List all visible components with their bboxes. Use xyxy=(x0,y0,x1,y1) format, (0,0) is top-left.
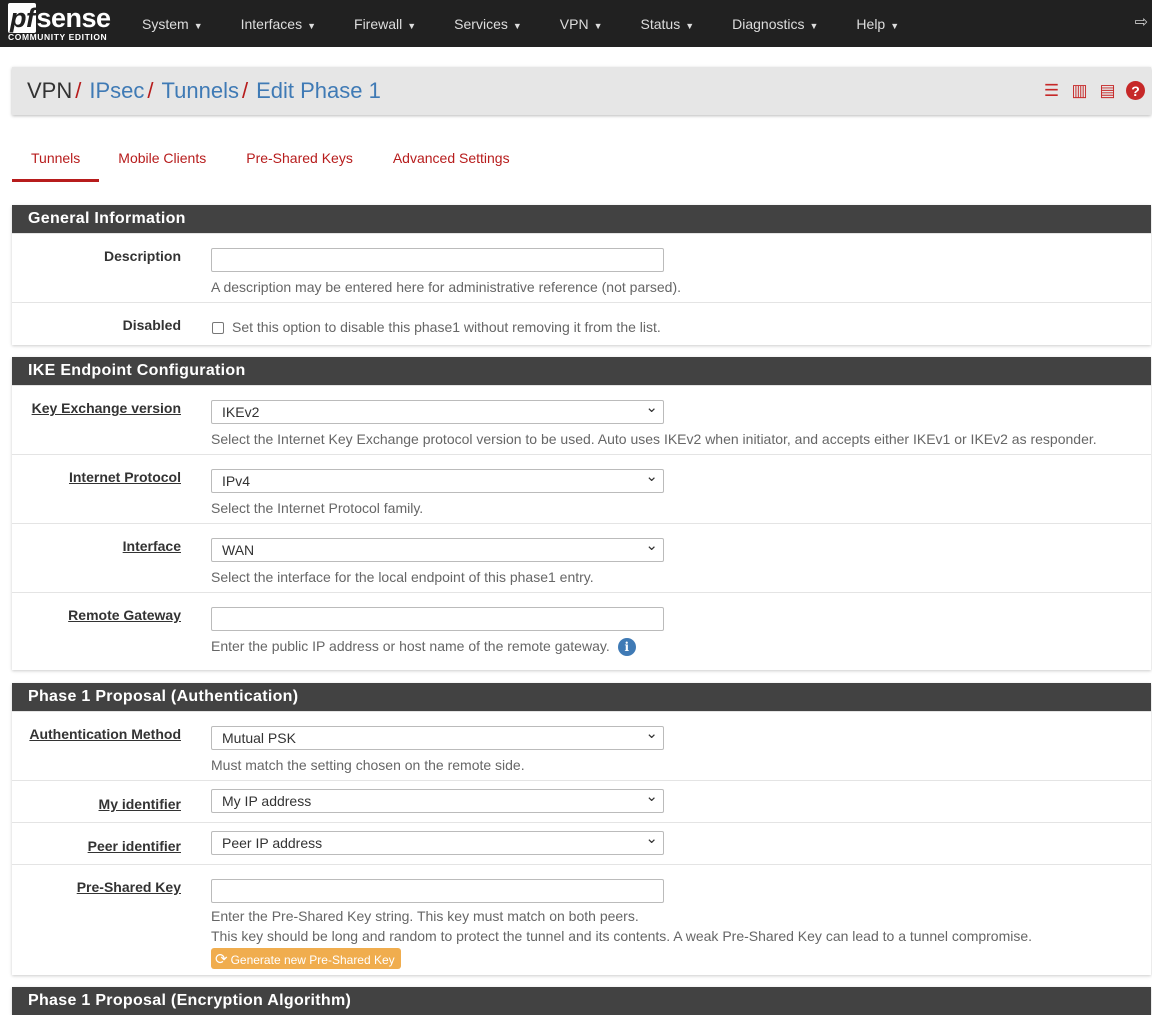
logout-icon[interactable]: ⇨ xyxy=(1135,12,1148,32)
phase1-authentication-panel: Phase 1 Proposal (Authentication) Authen… xyxy=(12,683,1151,975)
my-identifier-label: My identifier xyxy=(98,796,181,812)
help-icon[interactable]: ? xyxy=(1126,81,1145,100)
menu-firewall[interactable]: Firewall ▼ xyxy=(354,16,416,32)
internet-protocol-select[interactable]: IPv4 xyxy=(211,467,664,493)
description-label: Description xyxy=(103,248,181,264)
panel-heading: Phase 1 Proposal (Encryption Algorithm) xyxy=(12,987,1151,1015)
menu-services[interactable]: Services ▼ xyxy=(454,16,522,32)
ike-endpoint-panel: IKE Endpoint Configuration Key Exchange … xyxy=(12,357,1151,670)
menu-help[interactable]: Help ▼ xyxy=(856,16,899,32)
panel-heading: IKE Endpoint Configuration xyxy=(12,357,1151,385)
description-help: A description may be entered here for ad… xyxy=(211,279,682,295)
key-exchange-label: Key Exchange version xyxy=(31,400,181,416)
refresh-icon: ⟳ xyxy=(215,951,228,968)
panel-heading: Phase 1 Proposal (Authentication) xyxy=(12,683,1151,711)
tab-advanced-settings[interactable]: Advanced Settings xyxy=(374,140,529,182)
tab-pre-shared-keys[interactable]: Pre-Shared Keys xyxy=(225,140,374,182)
phase1-encryption-panel: Phase 1 Proposal (Encryption Algorithm) xyxy=(12,987,1151,1015)
remote-gateway-input[interactable] xyxy=(211,607,664,631)
description-input[interactable] xyxy=(211,248,664,272)
general-information-panel: General Information Description A descri… xyxy=(12,205,1151,345)
breadcrumb-edit-phase1[interactable]: Edit Phase 1 xyxy=(256,78,381,104)
remote-gateway-label: Remote Gateway xyxy=(68,607,181,623)
top-navbar: pfsense COMMUNITY EDITION System ▼ Interf… xyxy=(0,0,1152,47)
disabled-label: Disabled xyxy=(122,317,181,333)
authentication-method-label: Authentication Method xyxy=(29,726,181,742)
tab-bar: Tunnels Mobile Clients Pre-Shared Keys A… xyxy=(12,140,529,182)
my-identifier-select[interactable]: My IP address xyxy=(211,787,664,813)
logo-pf: pf xyxy=(8,3,37,33)
generate-psk-label: Generate new Pre-Shared Key xyxy=(230,953,395,967)
key-exchange-help: Select the Internet Key Exchange protoco… xyxy=(211,431,1097,447)
logo-subtitle: COMMUNITY EDITION xyxy=(8,32,108,42)
pre-shared-key-input[interactable] xyxy=(211,879,664,903)
tab-tunnels[interactable]: Tunnels xyxy=(12,140,100,182)
peer-identifier-label: Peer identifier xyxy=(87,838,181,854)
disabled-help: Set this option to disable this phase1 w… xyxy=(232,319,661,335)
interface-help: Select the interface for the local endpo… xyxy=(211,569,594,585)
disabled-checkbox[interactable] xyxy=(212,322,224,334)
remote-gateway-help: Enter the public IP address or host name… xyxy=(211,638,610,654)
authentication-method-select[interactable]: Mutual PSK xyxy=(211,724,664,750)
menu-vpn[interactable]: VPN ▼ xyxy=(560,16,603,32)
menu-interfaces[interactable]: Interfaces ▼ xyxy=(241,16,316,32)
pfsense-logo[interactable]: pfsense COMMUNITY EDITION xyxy=(0,0,120,47)
pre-shared-key-warning: This key should be long and random to pr… xyxy=(211,928,1033,944)
panel-heading: General Information xyxy=(12,205,1151,233)
breadcrumb-vpn: VPN xyxy=(27,78,73,103)
menu-status[interactable]: Status ▼ xyxy=(641,16,695,32)
list-log-icon[interactable]: ▤ xyxy=(1098,81,1117,101)
authentication-method-help: Must match the setting chosen on the rem… xyxy=(211,757,525,773)
info-icon[interactable]: i xyxy=(617,638,636,656)
pre-shared-key-help: Enter the Pre-Shared Key string. This ke… xyxy=(211,908,639,924)
key-exchange-select[interactable]: IKEv2 xyxy=(211,398,664,424)
settings-sliders-icon[interactable]: ☰ xyxy=(1042,81,1061,101)
generate-psk-button[interactable]: ⟳ Generate new Pre-Shared Key xyxy=(211,948,401,969)
breadcrumb-tunnels[interactable]: Tunnels xyxy=(162,78,239,104)
internet-protocol-label: Internet Protocol xyxy=(68,469,181,485)
breadcrumb-ipsec[interactable]: IPsec xyxy=(89,78,144,104)
peer-identifier-select[interactable]: Peer IP address xyxy=(211,829,664,855)
menu-diagnostics[interactable]: Diagnostics ▼ xyxy=(732,16,818,32)
tab-mobile-clients[interactable]: Mobile Clients xyxy=(99,140,225,182)
interface-select[interactable]: WAN xyxy=(211,536,664,562)
interface-label: Interface xyxy=(122,538,181,554)
menu-system[interactable]: System ▼ xyxy=(142,16,203,32)
logo-sense: sense xyxy=(36,3,111,33)
internet-protocol-help: Select the Internet Protocol family. xyxy=(211,500,424,516)
bar-chart-icon[interactable]: ▥ xyxy=(1070,81,1089,101)
breadcrumb: VPN / IPsec / Tunnels / Edit Phase 1 ☰ ▥ ▤ … xyxy=(12,67,1151,115)
pre-shared-key-label: Pre-Shared Key xyxy=(76,879,181,895)
